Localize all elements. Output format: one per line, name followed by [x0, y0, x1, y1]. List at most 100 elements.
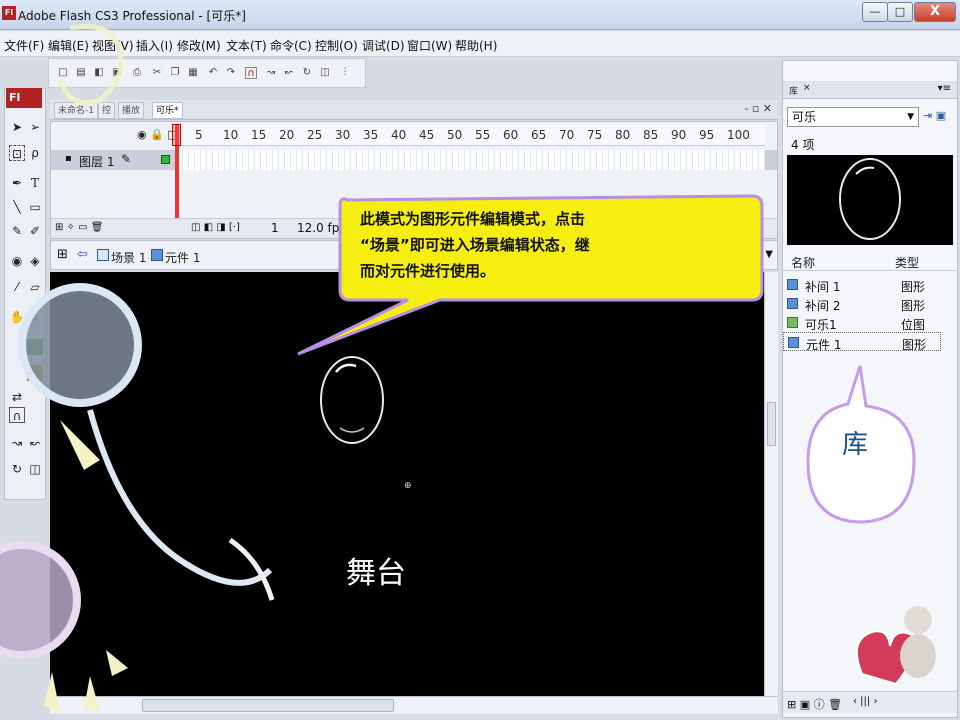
- straighten-option-icon[interactable]: ↜: [27, 435, 43, 451]
- rotate-icon[interactable]: ↻: [301, 67, 313, 79]
- frame-ruler[interactable]: 5 10 15 20 25 30 35 40 45 50 55 60 65 70…: [177, 124, 765, 146]
- onion-skin-icons[interactable]: ◫ ◧ ◨ [·]: [191, 222, 240, 233]
- frame-number: 50: [447, 128, 463, 142]
- library-item[interactable]: 补间 2 图形: [783, 294, 943, 313]
- stroke-color-icon[interactable]: [27, 339, 43, 355]
- vertical-scroll-thumb[interactable]: [767, 402, 776, 446]
- rectangle-tool-icon[interactable]: ▭: [27, 199, 43, 215]
- rotate-option-icon[interactable]: ↻: [9, 461, 25, 477]
- selection-tool-icon[interactable]: ➤: [9, 119, 25, 135]
- print-icon[interactable]: ⎙: [131, 67, 143, 79]
- library-item-name: 补间 1: [805, 280, 841, 294]
- zoom-dropdown-arrow-icon[interactable]: ▼: [765, 249, 773, 260]
- paste-icon[interactable]: ▦: [187, 67, 199, 79]
- smooth-icon[interactable]: ↝: [265, 67, 277, 79]
- library-hscroll-icon[interactable]: ‹ ||| ›: [853, 696, 877, 707]
- scale-icon[interactable]: ◫: [319, 67, 331, 79]
- frame-number: 90: [671, 128, 687, 142]
- pen-tool-icon[interactable]: ✒: [9, 175, 25, 191]
- graphic-symbol-icon: [788, 337, 799, 348]
- tab-cola[interactable]: 可乐*: [152, 102, 183, 119]
- pencil-tool-icon[interactable]: ✎: [9, 223, 25, 239]
- eraser-tool-icon[interactable]: ▱: [27, 279, 43, 295]
- copy-icon[interactable]: ❐: [169, 67, 181, 79]
- vertical-scrollbar[interactable]: [764, 272, 778, 696]
- back-arrow-icon[interactable]: ⇦: [77, 247, 88, 262]
- add-layer-icon[interactable]: ⊞ ✧ ▭ 🗑: [55, 222, 103, 233]
- menu-file[interactable]: 文件(F): [4, 37, 44, 54]
- save-icon[interactable]: ▣: [111, 67, 123, 79]
- snap-to-objects-icon[interactable]: ∩: [9, 407, 25, 423]
- menu-commands[interactable]: 命令(C): [270, 37, 312, 54]
- new-file-icon[interactable]: □: [57, 67, 69, 79]
- layer-name[interactable]: 图层 1: [79, 153, 114, 170]
- cut-icon[interactable]: ✂: [151, 67, 163, 79]
- paint-bucket-tool-icon[interactable]: ◈: [27, 253, 43, 269]
- library-item-type: 图形: [901, 299, 926, 313]
- close-tab-icon[interactable]: ×: [803, 83, 811, 93]
- straighten-icon[interactable]: ↜: [283, 67, 295, 79]
- stage-annotation-label: 舞台: [346, 556, 406, 591]
- text-tool-icon[interactable]: T: [27, 175, 43, 191]
- frame-rate[interactable]: 12.0 fps: [297, 221, 346, 235]
- lasso-tool-icon[interactable]: ρ: [27, 145, 43, 161]
- frame-number: 10: [223, 128, 239, 142]
- layer-icon: ▪: [65, 153, 72, 164]
- frame-number: 65: [531, 128, 547, 142]
- undo-icon[interactable]: ↶: [207, 67, 219, 79]
- library-item-selected[interactable]: 元件 1 图形: [783, 332, 941, 352]
- hand-tool-icon[interactable]: ✋: [9, 309, 25, 325]
- smooth-option-icon[interactable]: ↝: [9, 435, 25, 451]
- menu-edit[interactable]: 编辑(E): [48, 37, 89, 54]
- ink-bottle-tool-icon[interactable]: ◉: [9, 253, 25, 269]
- column-type-header[interactable]: 类型: [895, 254, 919, 271]
- tab-play[interactable]: 播放: [118, 102, 145, 119]
- line-tool-icon[interactable]: ╲: [9, 199, 25, 215]
- brush-tool-icon[interactable]: ✐: [27, 223, 43, 239]
- library-item[interactable]: 补间 1 图形: [783, 275, 943, 294]
- current-frame: 1: [271, 221, 279, 235]
- scale-option-icon[interactable]: ◫: [27, 461, 43, 477]
- stage[interactable]: [50, 272, 764, 696]
- timeline-toggle-icon[interactable]: ⊞: [57, 247, 68, 262]
- menu-help[interactable]: 帮助(H): [455, 37, 497, 54]
- zoom-tool-icon[interactable]: ⌕: [27, 309, 43, 325]
- open-file-icon[interactable]: ▤: [75, 67, 87, 79]
- swap-colors-icon[interactable]: ⇄: [9, 389, 25, 405]
- library-item[interactable]: 可乐1 位图: [783, 313, 943, 332]
- tab-window-controls-icon[interactable]: - ▫ ✕: [744, 102, 772, 115]
- minimize-button[interactable]: —: [862, 2, 888, 22]
- redo-icon[interactable]: ↷: [225, 67, 237, 79]
- snap-magnet-icon[interactable]: ∩: [245, 67, 257, 79]
- horizontal-scroll-thumb[interactable]: [142, 699, 394, 712]
- fill-color-icon[interactable]: [27, 365, 43, 381]
- eyedropper-tool-icon[interactable]: ⁄: [9, 279, 25, 295]
- free-transform-tool-icon[interactable]: ⊡: [9, 145, 25, 161]
- tab-untitled[interactable]: 未命名-1: [54, 102, 98, 119]
- menu-control[interactable]: 控制(O): [315, 37, 358, 54]
- library-document-select[interactable]: 可乐 ▼: [787, 107, 919, 127]
- subselection-tool-icon[interactable]: ➢: [27, 119, 43, 135]
- symbol-icon: [151, 249, 163, 261]
- library-tab[interactable]: 库: [789, 84, 798, 97]
- menu-text[interactable]: 文本(T): [226, 37, 267, 54]
- new-symbol-icons[interactable]: ⊞ ▣ ⓘ 🗑: [787, 696, 842, 712]
- pin-library-icon[interactable]: ⇥ ▣: [923, 109, 946, 122]
- breadcrumb-scene[interactable]: 场景 1: [111, 249, 146, 266]
- menu-modify[interactable]: 修改(M): [177, 37, 221, 54]
- menu-view[interactable]: 视图(V): [92, 37, 134, 54]
- layer-color-icon[interactable]: [161, 155, 170, 164]
- tab-control[interactable]: 控: [98, 102, 116, 119]
- close-button[interactable]: X: [914, 2, 956, 22]
- column-name-header[interactable]: 名称: [791, 254, 815, 271]
- bridge-icon[interactable]: ◧: [93, 67, 105, 79]
- maximize-button[interactable]: □: [887, 2, 913, 22]
- layer-frames[interactable]: [177, 150, 765, 170]
- horizontal-scrollbar[interactable]: [50, 696, 778, 714]
- menu-debug[interactable]: 调试(D): [362, 37, 405, 54]
- panel-menu-icon[interactable]: ▾≡: [938, 83, 951, 94]
- menu-insert[interactable]: 插入(I): [136, 37, 173, 54]
- align-icon[interactable]: ⫶: [339, 67, 351, 79]
- playhead-handle[interactable]: [172, 124, 181, 146]
- menu-window[interactable]: 窗口(W): [407, 37, 452, 54]
